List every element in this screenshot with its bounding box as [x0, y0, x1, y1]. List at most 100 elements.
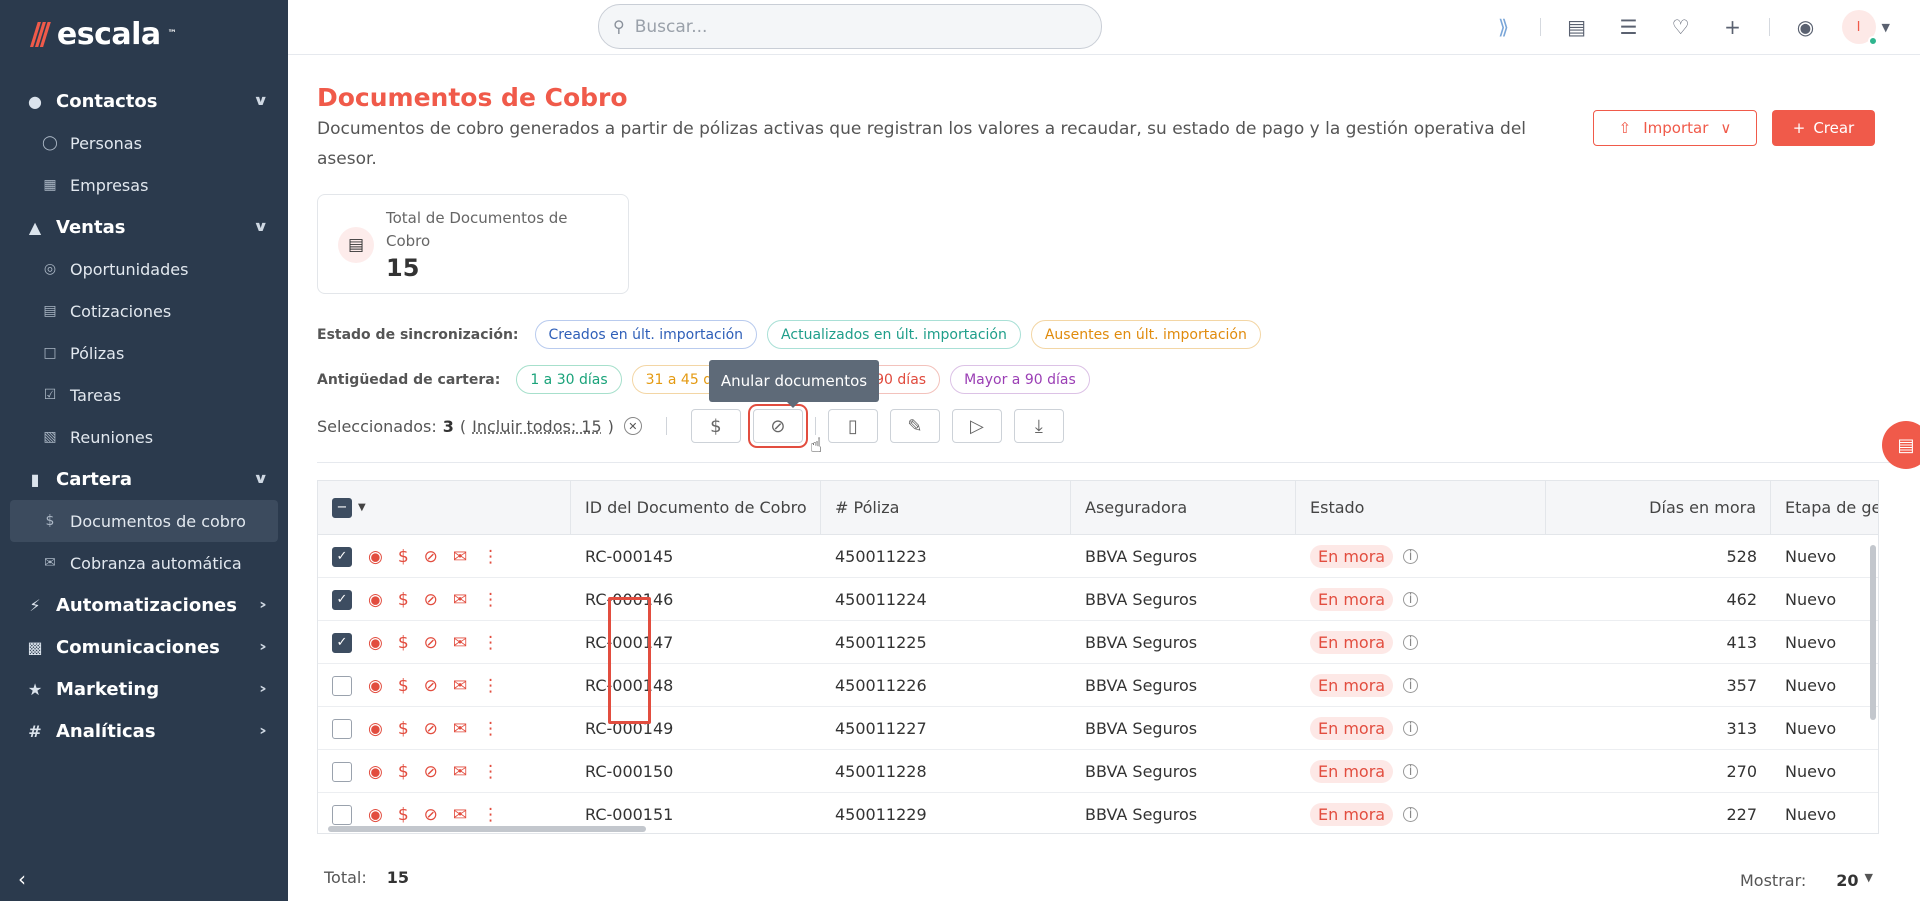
- ban-icon[interactable]: ⊘: [424, 547, 438, 567]
- more-vertical-icon[interactable]: ⋮: [482, 633, 499, 653]
- sidebar-section-comunicaciones[interactable]: ▩ Comunicaciones ›: [0, 626, 288, 668]
- assistant-icon[interactable]: ⟫: [1488, 15, 1520, 39]
- list-icon[interactable]: ☰: [1613, 15, 1645, 39]
- chip-creados[interactable]: Creados en últ. importación: [534, 320, 758, 349]
- sidebar-item-oportunidades[interactable]: ◎ Oportunidades: [0, 248, 288, 290]
- mail-icon[interactable]: ✉: [453, 547, 467, 567]
- table-row[interactable]: ◉ $ ⊘ ✉ ⋮ RC-000148 450011226 BBVA Seguros En mo…: [318, 664, 1878, 707]
- delete-button[interactable]: ▯: [827, 409, 878, 443]
- ban-icon[interactable]: ⊘: [424, 762, 438, 782]
- header-etapa[interactable]: Etapa de ge: [1771, 481, 1878, 535]
- dollar-icon[interactable]: $: [398, 762, 409, 782]
- table-row[interactable]: ◉ $ ⊘ ✉ ⋮ RC-000149 450011227 BBVA Seguros En mo…: [318, 707, 1878, 750]
- clear-selection-icon[interactable]: ✕: [623, 417, 642, 435]
- row-checkbox[interactable]: ✓: [332, 632, 352, 653]
- sidebar-item-empresas[interactable]: ▦ Empresas: [0, 164, 288, 206]
- sidebar-item-cobranza-automatica[interactable]: ✉ Cobranza automática: [0, 542, 288, 584]
- sidebar-section-marketing[interactable]: ★ Marketing ›: [0, 668, 288, 710]
- create-button[interactable]: + Crear: [1772, 110, 1875, 146]
- dollar-icon[interactable]: $: [398, 633, 409, 653]
- row-checkbox[interactable]: [332, 718, 352, 739]
- ban-icon[interactable]: ⊘: [424, 676, 438, 696]
- mail-icon[interactable]: ✉: [453, 762, 467, 782]
- ban-icon[interactable]: ⊘: [424, 633, 438, 653]
- ban-icon[interactable]: ⊘: [424, 590, 438, 610]
- cell-id[interactable]: RC-000150: [585, 750, 673, 793]
- mail-icon[interactable]: ✉: [453, 633, 467, 653]
- caret-down-icon[interactable]: ▼: [358, 498, 366, 518]
- dollar-icon[interactable]: $: [398, 547, 409, 567]
- mail-icon[interactable]: ✉: [453, 676, 467, 696]
- row-checkbox[interactable]: ✓: [332, 546, 352, 567]
- info-icon[interactable]: i: [1403, 678, 1419, 693]
- avatar[interactable]: I: [1841, 10, 1878, 46]
- void-documents-button[interactable]: ⊘: [752, 409, 803, 443]
- dollar-icon[interactable]: $: [398, 590, 409, 610]
- eye-icon[interactable]: ◉: [368, 547, 383, 567]
- chip-actualizados[interactable]: Actualizados en últ. importación: [767, 320, 1021, 349]
- row-checkbox[interactable]: [332, 761, 352, 782]
- brand-logo[interactable]: /// escala ™: [30, 16, 177, 52]
- info-icon[interactable]: i: [1403, 807, 1419, 822]
- sidebar-item-personas[interactable]: ◯ Personas: [0, 122, 288, 164]
- row-checkbox[interactable]: ✓: [332, 589, 352, 610]
- eye-icon[interactable]: ◉: [368, 590, 383, 610]
- table-row[interactable]: ✓ ◉ $ ⊘ ✉ ⋮ RC-000147 450011225 BBVA Seguros En m…: [318, 621, 1878, 664]
- more-vertical-icon[interactable]: ⋮: [482, 676, 499, 696]
- sidebar-section-automatizaciones[interactable]: ⚡ Automatizaciones ›: [0, 584, 288, 626]
- chip-mayor-90[interactable]: Mayor a 90 días: [950, 365, 1090, 394]
- support-icon[interactable]: ◉: [1790, 15, 1822, 39]
- sidebar-section-analiticas[interactable]: # Analíticas ›: [0, 710, 288, 752]
- cell-id[interactable]: RC-000145: [585, 535, 673, 578]
- chevron-down-icon[interactable]: ▼: [1882, 21, 1890, 34]
- more-vertical-icon[interactable]: ⋮: [482, 805, 499, 825]
- info-icon[interactable]: i: [1403, 721, 1419, 736]
- header-id[interactable]: ID del Documento de Cobro: [571, 481, 821, 535]
- caret-down-icon[interactable]: ▼: [1865, 871, 1873, 890]
- row-checkbox[interactable]: [332, 804, 352, 825]
- plus-icon[interactable]: +: [1717, 15, 1749, 39]
- sidebar-item-polizas[interactable]: □ Pólizas: [0, 332, 288, 374]
- info-icon[interactable]: i: [1403, 635, 1419, 650]
- eye-icon[interactable]: ◉: [368, 805, 383, 825]
- info-icon[interactable]: i: [1403, 549, 1419, 564]
- dollar-icon[interactable]: $: [398, 805, 409, 825]
- header-select[interactable]: − ▼: [318, 481, 571, 535]
- table-row[interactable]: ✓ ◉ $ ⊘ ✉ ⋮ RC-000145 450011223 BBVA Seguros En m…: [318, 535, 1878, 578]
- mail-icon[interactable]: ✉: [453, 719, 467, 739]
- page-size-selector[interactable]: Mostrar: 20 ▼: [1740, 871, 1873, 890]
- bell-icon[interactable]: ♡: [1665, 15, 1697, 39]
- eye-icon[interactable]: ◉: [368, 676, 383, 696]
- table-row[interactable]: ✓ ◉ $ ⊘ ✉ ⋮ RC-000146 450011224 BBVA Seguros En m…: [318, 578, 1878, 621]
- include-all-link[interactable]: Incluir todos: 15: [472, 417, 602, 436]
- header-aseguradora[interactable]: Aseguradora: [1071, 481, 1296, 535]
- eye-icon[interactable]: ◉: [368, 633, 383, 653]
- eye-icon[interactable]: ◉: [368, 762, 383, 782]
- search-input[interactable]: [634, 16, 1055, 37]
- dollar-icon[interactable]: $: [398, 676, 409, 696]
- header-estado[interactable]: Estado: [1296, 481, 1546, 535]
- collapse-sidebar-icon[interactable]: ‹: [18, 867, 26, 891]
- mail-icon[interactable]: ✉: [453, 590, 467, 610]
- select-all-checkbox[interactable]: −: [332, 498, 352, 518]
- header-dias-mora[interactable]: Días en mora: [1546, 481, 1771, 535]
- row-checkbox[interactable]: [332, 675, 352, 696]
- sidebar-item-documentos-de-cobro[interactable]: $ Documentos de cobro: [10, 500, 278, 542]
- sidebar-item-reuniones[interactable]: ▧ Reuniones: [0, 416, 288, 458]
- sidebar-item-cotizaciones[interactable]: ▤ Cotizaciones: [0, 290, 288, 332]
- pay-button[interactable]: $: [690, 409, 741, 443]
- info-icon[interactable]: i: [1403, 764, 1419, 779]
- vertical-scrollbar[interactable]: [1870, 545, 1876, 720]
- more-vertical-icon[interactable]: ⋮: [482, 762, 499, 782]
- import-button[interactable]: ⇧ Importar ∨: [1593, 110, 1757, 146]
- more-vertical-icon[interactable]: ⋮: [482, 590, 499, 610]
- sidebar-section-ventas[interactable]: ▲ Ventas ∨: [0, 206, 288, 248]
- chip-ausentes[interactable]: Ausentes en últ. importación: [1030, 320, 1261, 349]
- sidebar-section-cartera[interactable]: ▮ Cartera ∨: [0, 458, 288, 500]
- more-vertical-icon[interactable]: ⋮: [482, 719, 499, 739]
- horizontal-scrollbar[interactable]: [328, 826, 646, 832]
- ban-icon[interactable]: ⊘: [424, 719, 438, 739]
- header-poliza[interactable]: # Póliza: [821, 481, 1071, 535]
- edit-button[interactable]: ✎: [889, 409, 940, 443]
- sidebar-section-contactos[interactable]: ● Contactos ∨: [0, 80, 288, 122]
